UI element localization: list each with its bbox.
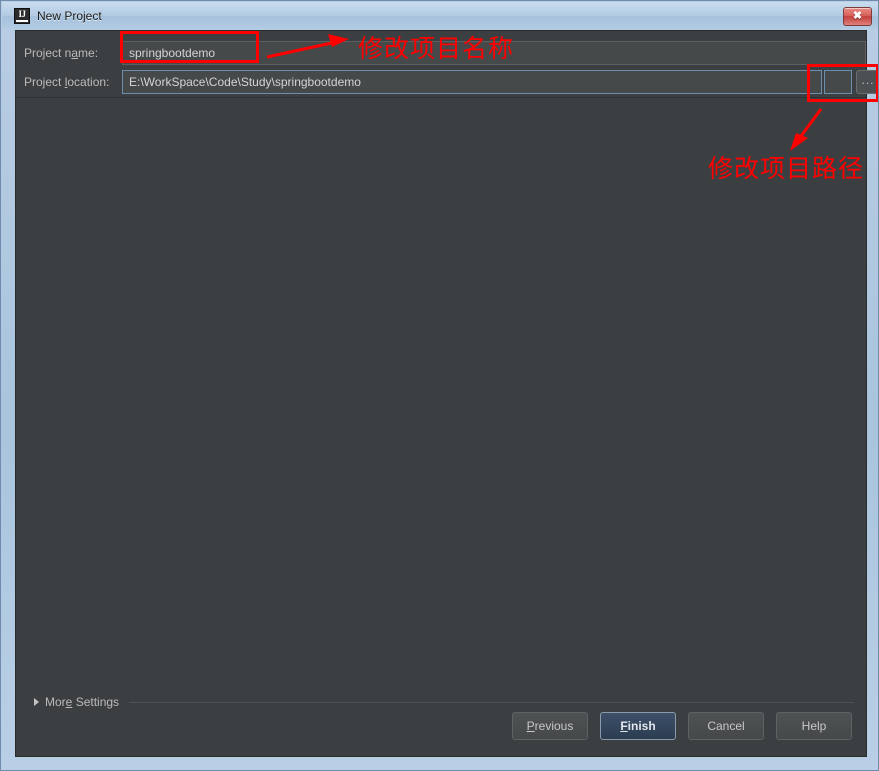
settings-panel	[16, 98, 866, 686]
cancel-button[interactable]: Cancel	[688, 712, 764, 740]
dialog-content: Project name: Project location: ... More…	[15, 30, 878, 757]
project-location-input[interactable]	[122, 70, 822, 94]
close-glyph: ✖	[852, 10, 863, 22]
finish-button[interactable]: Finish	[600, 712, 676, 740]
intellij-idea-icon: IJ	[14, 8, 30, 24]
browse-folder-button[interactable]: ...	[856, 70, 878, 94]
title-bar-left-group: IJ New Project	[14, 2, 102, 30]
window-title: New Project	[37, 9, 102, 23]
project-name-input[interactable]	[122, 41, 866, 65]
previous-button[interactable]: Previous	[512, 712, 588, 740]
dialog-button-bar: Previous Finish Cancel Help	[16, 706, 866, 746]
project-name-label: Project name:	[24, 46, 99, 60]
title-bar: IJ New Project ✖	[2, 2, 878, 30]
close-icon[interactable]: ✖	[843, 7, 872, 26]
project-location-label: Project location:	[24, 75, 110, 89]
chevron-right-icon	[34, 698, 39, 706]
project-location-row: Project location: ...	[16, 67, 878, 97]
help-button[interactable]: Help	[776, 712, 852, 740]
new-project-dialog-window: IJ New Project ✖ Project name: Project l…	[0, 0, 879, 771]
more-settings-separator	[129, 701, 854, 703]
project-name-row: Project name:	[16, 38, 866, 68]
project-location-input-extension[interactable]	[824, 70, 852, 94]
